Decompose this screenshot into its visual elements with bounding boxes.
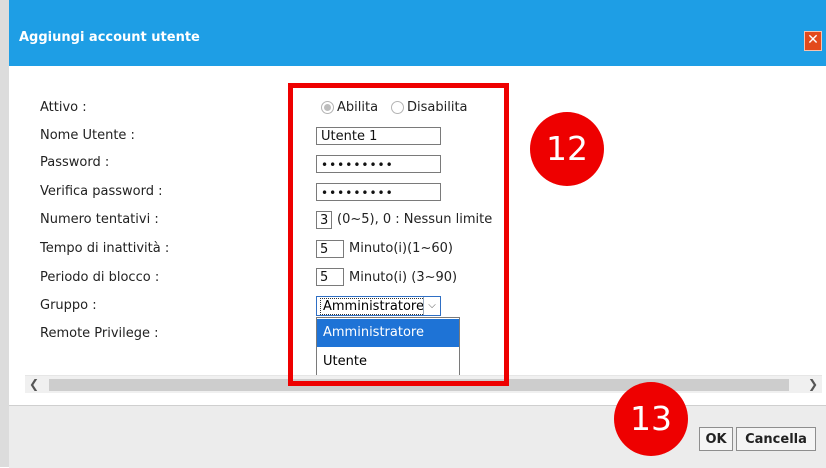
active-label: Attivo : (40, 100, 87, 115)
password-label: Password : (40, 155, 110, 170)
dialog-title: Aggiungi account utente (19, 30, 200, 45)
group-label: Gruppo : (40, 298, 97, 313)
close-icon[interactable]: ✕ (804, 31, 822, 51)
lockout-label: Periodo di blocco : (40, 270, 160, 285)
remote-privilege-label: Remote Privilege : (40, 326, 159, 341)
ok-button[interactable]: OK (699, 427, 733, 451)
annotation-highlight-box (288, 83, 509, 386)
annotation-badge-12: 12 (530, 112, 604, 186)
annotation-badge-13: 13 (614, 382, 688, 456)
dialog-titlebar: Aggiungi account utente ✕ (9, 0, 826, 66)
verify-password-label: Verifica password : (40, 184, 163, 199)
arrow-right-icon[interactable]: ❯ (804, 376, 822, 393)
arrow-left-icon[interactable]: ❮ (25, 376, 43, 393)
cancel-button[interactable]: Cancella (736, 427, 816, 451)
username-label: Nome Utente : (40, 128, 135, 143)
attempts-label: Numero tentativi : (40, 212, 159, 227)
inactivity-label: Tempo di inattività : (40, 241, 170, 256)
